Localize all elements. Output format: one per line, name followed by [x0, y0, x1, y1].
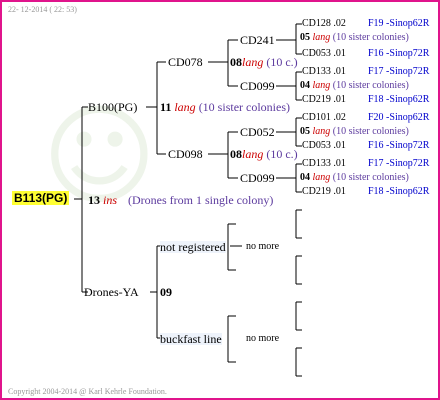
gen4-num-3: .01 [333, 94, 346, 105]
gen4-num-5: .01 [333, 140, 346, 151]
gen4-id-4: CD101 [302, 112, 331, 123]
gen3-label-2[interactable]: CD052 [240, 126, 275, 138]
gen3-info-1: 04 lang (10 sister colonies) [300, 81, 409, 91]
gen3-label-3[interactable]: CD099 [240, 172, 275, 184]
gen3-note-2: (10 sister colonies) [332, 126, 409, 137]
gen3-note-0: (10 sister colonies) [332, 32, 409, 43]
gen2-note-0: (10 c.) [266, 55, 298, 69]
gen3-info-3: 04 lang (10 sister colonies) [300, 173, 409, 183]
gen2-lang-1: lang [242, 147, 264, 161]
gen2-info-1: 08lang (10 c.) [230, 148, 298, 160]
gen4-ref-2[interactable]: F17 -Sinop72R [368, 67, 429, 77]
pedigree-frame: ☺ 22- 12-2014 ( 22: 53) B113(PG) 13 ins … [0, 0, 440, 400]
gen2-label-1[interactable]: CD098 [168, 148, 203, 160]
gen3-number-1: 04 [300, 80, 310, 91]
gen4-num-2: .01 [333, 66, 346, 77]
root-colony[interactable]: B113(PG) [12, 191, 70, 205]
gen3-lang-0: lang [312, 32, 331, 43]
root-number: 13 [88, 193, 100, 207]
gen4-num-1: .01 [333, 48, 346, 59]
gen4-ref-7[interactable]: F18 -Sinop62R [368, 187, 429, 197]
gen2-label-0[interactable]: CD078 [168, 56, 203, 68]
gen4-ref-5[interactable]: F16 -Sinop72R [368, 141, 429, 151]
no-more-0: no more [246, 241, 280, 252]
queen-info: 11 lang (10 sister colonies) [160, 101, 290, 113]
root-ins: ins [103, 193, 118, 207]
gen4-num-7: .01 [333, 186, 346, 197]
gen3-number-2: 05 [300, 126, 310, 137]
root-id[interactable]: B113(PG) [12, 191, 70, 205]
gen2-note-1: (10 c.) [266, 147, 298, 161]
gen2-lang-0: lang [242, 55, 264, 69]
gen3-lang-2: lang [312, 126, 331, 137]
root-note: (Drones from 1 single colony) [128, 193, 274, 207]
gen4-row-0[interactable]: CD128 .02 [302, 19, 346, 29]
gen4-row-6[interactable]: CD133 .01 [302, 159, 346, 169]
gen3-number-3: 04 [300, 172, 310, 183]
drone-branch-not-registered[interactable]: not registered [160, 241, 226, 253]
queen-number: 11 [160, 100, 172, 114]
root-info: 13 ins (Drones from 1 single colony) [88, 194, 273, 206]
gen3-info-2: 05 lang (10 sister colonies) [300, 127, 409, 137]
gen4-id-1: CD053 [302, 48, 331, 59]
gen3-lang-3: lang [312, 172, 331, 183]
gen4-row-1[interactable]: CD053 .01 [302, 49, 346, 59]
gen4-id-3: CD219 [302, 94, 331, 105]
gen4-id-0: CD128 [302, 18, 331, 29]
gen3-label-1[interactable]: CD099 [240, 80, 275, 92]
no-more-1: no more [246, 333, 280, 344]
gen3-number-0: 05 [300, 32, 310, 43]
gen4-ref-4[interactable]: F20 -Sinop62R [368, 113, 429, 123]
gen4-row-4[interactable]: CD101 .02 [302, 113, 346, 123]
gen4-num-4: .02 [333, 112, 346, 123]
gen4-id-6: CD133 [302, 158, 331, 169]
copyright: Copyright 2004-2014 @ Karl Kehrle Founda… [8, 387, 167, 396]
gen3-lang-1: lang [312, 80, 331, 91]
gen4-row-3[interactable]: CD219 .01 [302, 95, 346, 105]
gen4-num-6: .01 [333, 158, 346, 169]
gen2-info-0: 08lang (10 c.) [230, 56, 298, 68]
gen2-number-0: 08 [230, 55, 242, 69]
drones-number: 09 [160, 285, 172, 299]
queen-label[interactable]: B100(PG) [88, 101, 137, 113]
gen4-num-0: .02 [333, 18, 346, 29]
gen2-number-1: 08 [230, 147, 242, 161]
gen4-row-5[interactable]: CD053 .01 [302, 141, 346, 151]
gen3-note-1: (10 sister colonies) [332, 80, 409, 91]
gen4-ref-6[interactable]: F17 -Sinop72R [368, 159, 429, 169]
gen4-id-7: CD219 [302, 186, 331, 197]
queen-lang: lang [174, 100, 196, 114]
gen4-id-5: CD053 [302, 140, 331, 151]
gen4-ref-0[interactable]: F19 -Sinop62R [368, 19, 429, 29]
gen3-label-0[interactable]: CD241 [240, 34, 275, 46]
gen3-info-0: 05 lang (10 sister colonies) [300, 33, 409, 43]
gen4-ref-3[interactable]: F18 -Sinop62R [368, 95, 429, 105]
drone-branch-buckfast[interactable]: buckfast line [160, 333, 222, 345]
drones-label[interactable]: Drones-YA [84, 286, 139, 298]
queen-note: (10 sister colonies) [198, 100, 290, 114]
gen4-id-2: CD133 [302, 66, 331, 77]
gen4-row-2[interactable]: CD133 .01 [302, 67, 346, 77]
gen4-row-7[interactable]: CD219 .01 [302, 187, 346, 197]
gen3-note-3: (10 sister colonies) [332, 172, 409, 183]
gen4-ref-1[interactable]: F16 -Sinop72R [368, 49, 429, 59]
